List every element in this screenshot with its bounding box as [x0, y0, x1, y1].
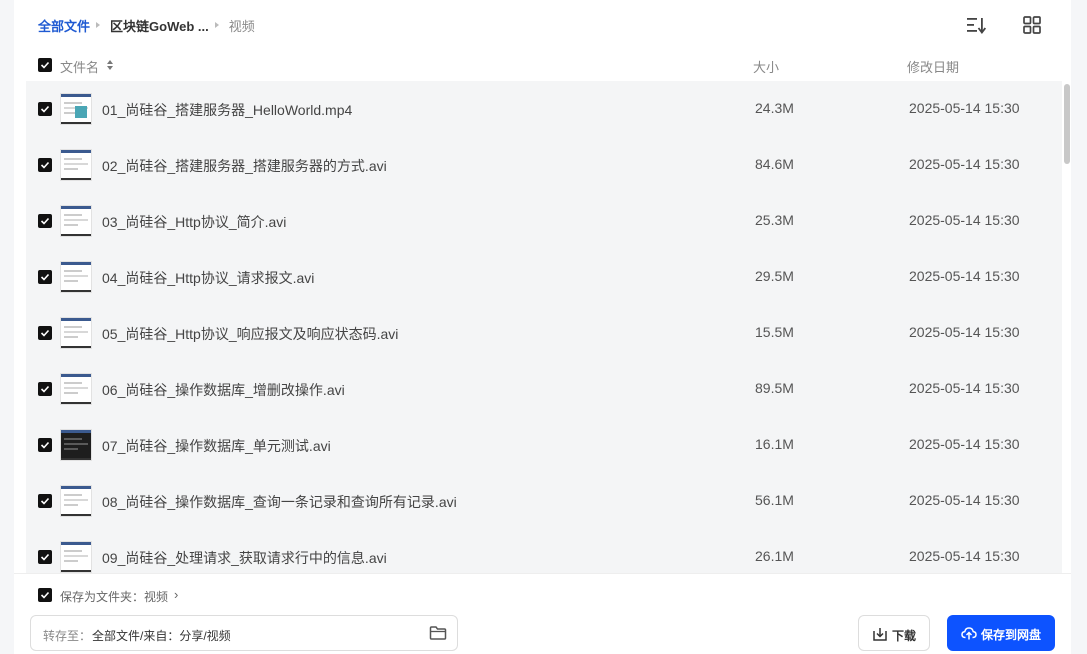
- save-path-value: 全部文件/来自：分享/视频: [92, 629, 231, 643]
- chevron-right-icon[interactable]: ›: [174, 587, 178, 602]
- breadcrumb-folder[interactable]: 区块链GoWeb ...: [110, 16, 209, 35]
- scrollbar[interactable]: [1064, 84, 1070, 164]
- file-name[interactable]: 02_尚硅谷_搭建服务器_搭建服务器的方式.avi: [102, 156, 387, 176]
- file-row[interactable]: 07_尚硅谷_操作数据库_单元测试.avi 16.1M 2025-05-14 15:…: [26, 417, 1062, 473]
- file-row[interactable]: 08_尚硅谷_操作数据库_查询一条记录和查询所有记录.avi 56.1M 2025-…: [26, 473, 1062, 529]
- column-header: 文件名 大小 修改日期: [38, 54, 1062, 76]
- column-date-header: 修改日期: [907, 60, 960, 75]
- file-checkbox[interactable]: [38, 214, 52, 228]
- file-name[interactable]: 06_尚硅谷_操作数据库_增删改操作.avi: [102, 380, 345, 400]
- download-label: 下载: [892, 629, 917, 643]
- file-checkbox[interactable]: [38, 494, 52, 508]
- video-thumbnail: [60, 149, 92, 181]
- file-row[interactable]: 09_尚硅谷_处理请求_获取请求行中的信息.avi 26.1M 2025-05-14…: [26, 529, 1062, 573]
- save-as-folder-checkbox[interactable]: [38, 588, 52, 602]
- file-checkbox[interactable]: [38, 326, 52, 340]
- file-date: 2025-05-14 15:30: [909, 324, 1020, 340]
- file-size: 24.3M: [755, 100, 794, 116]
- breadcrumb-separator-icon: [214, 22, 219, 28]
- column-name-header[interactable]: 文件名: [60, 57, 99, 76]
- file-size: 26.1M: [755, 548, 794, 564]
- breadcrumb-current: 视频: [228, 18, 255, 34]
- file-row[interactable]: 05_尚硅谷_Http协议_响应报文及响应状态码.avi 15.5M 2025-05…: [26, 305, 1062, 361]
- file-name[interactable]: 01_尚硅谷_搭建服务器_HelloWorld.mp4: [102, 100, 352, 120]
- file-checkbox[interactable]: [38, 102, 52, 116]
- file-size: 56.1M: [755, 492, 794, 508]
- breadcrumb-separator-icon: [96, 22, 101, 28]
- breadcrumb: 全部文件 区块链GoWeb ... 视频: [38, 15, 255, 35]
- save-path-field[interactable]: 转存至： 全部文件/来自：分享/视频: [30, 615, 458, 651]
- file-name[interactable]: 05_尚硅谷_Http协议_响应报文及响应状态码.avi: [102, 324, 398, 344]
- video-thumbnail: [60, 93, 92, 125]
- file-name[interactable]: 03_尚硅谷_Http协议_简介.avi: [102, 212, 286, 232]
- folder-icon[interactable]: [429, 625, 447, 641]
- sort-caret-icon[interactable]: [106, 59, 114, 71]
- file-date: 2025-05-14 15:30: [909, 548, 1020, 564]
- file-save-panel: 全部文件 区块链GoWeb ... 视频 文件名 大小 修改日期 01_尚硅谷_…: [14, 0, 1071, 654]
- video-thumbnail: [60, 485, 92, 517]
- download-icon: [873, 628, 887, 641]
- file-name[interactable]: 04_尚硅谷_Http协议_请求报文.avi: [102, 268, 314, 288]
- column-size-header: 大小: [753, 60, 780, 75]
- file-size: 89.5M: [755, 380, 794, 396]
- file-checkbox[interactable]: [38, 438, 52, 452]
- footer-divider: [14, 573, 1071, 574]
- file-date: 2025-05-14 15:30: [909, 436, 1020, 452]
- sort-icon[interactable]: [966, 15, 987, 35]
- file-name[interactable]: 08_尚硅谷_操作数据库_查询一条记录和查询所有记录.avi: [102, 492, 457, 512]
- file-checkbox[interactable]: [38, 382, 52, 396]
- file-size: 25.3M: [755, 212, 794, 228]
- file-date: 2025-05-14 15:30: [909, 156, 1020, 172]
- file-checkbox[interactable]: [38, 270, 52, 284]
- video-thumbnail: [60, 373, 92, 405]
- file-row[interactable]: 06_尚硅谷_操作数据库_增删改操作.avi 89.5M 2025-05-14 15…: [26, 361, 1062, 417]
- file-row[interactable]: 02_尚硅谷_搭建服务器_搭建服务器的方式.avi 84.6M 2025-05-14…: [26, 137, 1062, 193]
- download-button[interactable]: 下载: [858, 615, 930, 651]
- video-thumbnail: [60, 261, 92, 293]
- file-name[interactable]: 07_尚硅谷_操作数据库_单元测试.avi: [102, 436, 331, 456]
- file-date: 2025-05-14 15:30: [909, 100, 1020, 116]
- cloud-upload-icon: [961, 627, 977, 640]
- file-date: 2025-05-14 15:30: [909, 268, 1020, 284]
- breadcrumb-root[interactable]: 全部文件: [38, 16, 90, 35]
- video-thumbnail: [60, 541, 92, 573]
- file-name[interactable]: 09_尚硅谷_处理请求_获取请求行中的信息.avi: [102, 548, 387, 568]
- file-list: 01_尚硅谷_搭建服务器_HelloWorld.mp4 24.3M 2025-05-…: [26, 81, 1062, 573]
- file-row[interactable]: 04_尚硅谷_Http协议_请求报文.avi 29.5M 2025-05-14 15…: [26, 249, 1062, 305]
- video-thumbnail: [60, 429, 92, 461]
- file-size: 16.1M: [755, 436, 794, 452]
- file-size: 29.5M: [755, 268, 794, 284]
- save-as-folder-label: 保存为文件夹：视频: [60, 590, 169, 604]
- select-all-checkbox[interactable]: [38, 58, 52, 72]
- file-checkbox[interactable]: [38, 158, 52, 172]
- file-size: 84.6M: [755, 156, 794, 172]
- file-checkbox[interactable]: [38, 550, 52, 564]
- file-size: 15.5M: [755, 324, 794, 340]
- file-row[interactable]: 01_尚硅谷_搭建服务器_HelloWorld.mp4 24.3M 2025-05-…: [26, 81, 1062, 137]
- file-row[interactable]: 03_尚硅谷_Http协议_简介.avi 25.3M 2025-05-14 15:3…: [26, 193, 1062, 249]
- file-date: 2025-05-14 15:30: [909, 492, 1020, 508]
- video-thumbnail: [60, 205, 92, 237]
- file-date: 2025-05-14 15:30: [909, 380, 1020, 396]
- file-date: 2025-05-14 15:30: [909, 212, 1020, 228]
- save-to-drive-label: 保存到网盘: [981, 628, 1042, 642]
- video-thumbnail: [60, 317, 92, 349]
- save-path-label: 转存至：: [43, 629, 92, 643]
- grid-view-icon[interactable]: [1022, 15, 1042, 35]
- save-to-drive-button[interactable]: 保存到网盘: [947, 615, 1055, 651]
